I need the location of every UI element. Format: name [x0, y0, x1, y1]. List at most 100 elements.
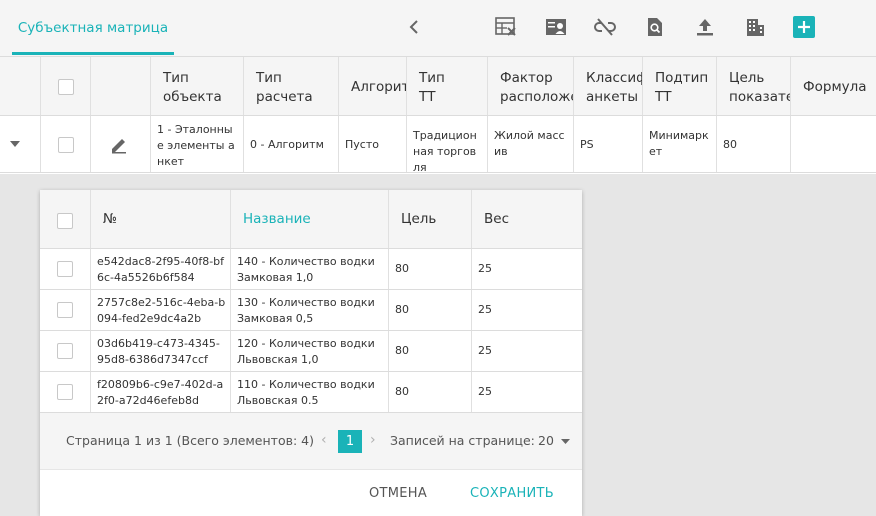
cell-text: 80: [723, 138, 737, 151]
cell-text: 1 - Эталонные элементы анкет: [157, 123, 235, 168]
table-row[interactable]: 03d6b419-c473-4345-95d8-6386d7347ccf 120…: [40, 331, 582, 372]
cell-name: 140 - Количество водки Замковая 1,0: [231, 249, 389, 289]
edit-cell: [91, 116, 151, 172]
header-text: Цель: [401, 211, 437, 227]
header-text: №: [103, 211, 118, 227]
row-checkbox[interactable]: [57, 302, 73, 318]
table-row[interactable]: f20809b6-c9e7-402d-a2f0-a72d46efeb8d 110…: [40, 372, 582, 413]
cell-text: 110 - Количество водки Львовская 0.5: [237, 378, 375, 407]
cell-text: e542dac8-2f95-40f8-bf6c-4a5526b6f584: [97, 255, 225, 284]
file-search-icon[interactable]: [644, 16, 666, 38]
column-header-target[interactable]: Цель: [389, 190, 472, 248]
cell-weight: 25: [472, 331, 582, 371]
cell-text: 140 - Количество водки Замковая 1,0: [237, 255, 375, 284]
row-select-cell: [40, 290, 91, 330]
cell-text: 25: [478, 262, 492, 275]
header-text: Тип объекта: [163, 70, 222, 105]
building-icon[interactable]: [744, 16, 766, 38]
cell-text: 80: [395, 303, 409, 316]
chevron-down-icon: [560, 438, 570, 444]
column-header-object-type[interactable]: Тип объекта: [151, 57, 244, 115]
header-text: Формула: [803, 79, 867, 95]
page-1-button[interactable]: 1: [338, 430, 362, 453]
table-remove-icon[interactable]: [495, 16, 517, 38]
row-checkbox[interactable]: [57, 261, 73, 277]
cell-target: 80: [389, 249, 472, 289]
select-all-header: [41, 57, 91, 115]
cell-target: 80: [389, 331, 472, 371]
table-row[interactable]: e542dac8-2f95-40f8-bf6c-4a5526b6f584 140…: [40, 249, 582, 290]
header-text: Вес: [484, 211, 509, 227]
row-checkbox[interactable]: [57, 384, 73, 400]
detail-panel: № Название Цель Вес e542dac8-2f95-40f8-b…: [40, 190, 582, 516]
column-header-name[interactable]: Название: [231, 190, 389, 248]
table-row[interactable]: 2757c8e2-516c-4eba-b094-fed2e9dc4a2b 130…: [40, 290, 582, 331]
cell-text: Минимаркет: [649, 129, 709, 158]
grid-header: Тип объекта Тип расчета Алгоритм Тип ТТ …: [0, 57, 876, 116]
header-text: Цель показателя: [729, 70, 790, 105]
next-page-button[interactable]: ›: [370, 432, 376, 448]
select-all-checkbox[interactable]: [58, 79, 74, 95]
column-header-target[interactable]: Цель показателя: [717, 57, 791, 115]
cell-text: 03d6b419-c473-4345-95d8-6386d7347ccf: [97, 337, 220, 366]
detail-select-all-checkbox[interactable]: [57, 213, 73, 229]
detail-select-all-header: [40, 190, 91, 248]
cell-text: f20809b6-c9e7-402d-a2f0-a72d46efeb8d: [97, 378, 224, 407]
upload-icon[interactable]: [694, 16, 716, 38]
cell-name: 120 - Количество водки Львовская 1,0: [231, 331, 389, 371]
column-header-weight[interactable]: Вес: [472, 190, 582, 248]
cell-formula: [791, 116, 876, 172]
caret-down-icon[interactable]: [9, 140, 21, 148]
cell-text: 25: [478, 385, 492, 398]
column-header-number[interactable]: №: [91, 190, 231, 248]
save-button[interactable]: СОХРАНИТЬ: [470, 486, 554, 501]
cancel-button[interactable]: ОТМЕНА: [369, 486, 427, 501]
main-grid: Тип объекта Тип расчета Алгоритм Тип ТТ …: [0, 57, 876, 174]
cell-target: 80: [389, 290, 472, 330]
row-checkbox[interactable]: [57, 343, 73, 359]
unlink-icon[interactable]: [594, 16, 616, 38]
cell-text: 120 - Количество водки Львовская 1,0: [237, 337, 375, 366]
cell-id: f20809b6-c9e7-402d-a2f0-a72d46efeb8d: [91, 372, 231, 412]
tab-subject-matrix[interactable]: Субъектная матрица: [12, 0, 174, 56]
column-header-algorithm[interactable]: Алгоритм: [339, 57, 407, 115]
column-header-calc-type[interactable]: Тип расчета: [244, 57, 339, 115]
column-header-location-factor[interactable]: Фактор расположения: [488, 57, 574, 115]
column-header-subtype[interactable]: Подтип ТТ: [643, 57, 717, 115]
row-checkbox[interactable]: [58, 137, 74, 153]
pager-info: Страница 1 из 1 (Всего элементов: 4): [66, 433, 314, 448]
column-header-tt-type[interactable]: Тип ТТ: [407, 57, 488, 115]
grid-row[interactable]: 1 - Эталонные элементы анкет 0 - Алгорит…: [0, 116, 876, 173]
cell-text: 25: [478, 344, 492, 357]
column-header-classifier[interactable]: Классификатор анкеты: [574, 57, 643, 115]
cell-id: 2757c8e2-516c-4eba-b094-fed2e9dc4a2b: [91, 290, 231, 330]
header-text: Тип расчета: [256, 70, 313, 105]
row-select-cell: [40, 331, 91, 371]
header-text: Название: [243, 211, 311, 227]
row-select-cell: [41, 116, 91, 172]
cell-weight: 25: [472, 372, 582, 412]
cell-id: 03d6b419-c473-4345-95d8-6386d7347ccf: [91, 331, 231, 371]
cell-text: 80: [395, 385, 409, 398]
cell-algorithm: Пусто: [339, 116, 407, 172]
page-size-label: Записей на странице:: [390, 433, 535, 448]
prev-page-button[interactable]: ‹: [321, 432, 327, 448]
row-select-cell: [40, 249, 91, 289]
cell-id: e542dac8-2f95-40f8-bf6c-4a5526b6f584: [91, 249, 231, 289]
expand-column-header: [0, 57, 41, 115]
add-icon[interactable]: [793, 16, 815, 38]
chevron-left-icon[interactable]: [403, 16, 425, 38]
cell-text: Пусто: [345, 138, 379, 151]
cell-target: 80: [389, 372, 472, 412]
cell-text: 25: [478, 303, 492, 316]
edit-column-header: [91, 57, 151, 115]
tab-active-indicator: [12, 52, 174, 55]
user-card-icon[interactable]: [545, 16, 567, 38]
pencil-icon[interactable]: [110, 136, 128, 154]
cell-text: 130 - Количество водки Замковая 0,5: [237, 296, 375, 325]
tab-label: Субъектная матрица: [17, 20, 169, 36]
page-size-select[interactable]: 20: [538, 433, 570, 448]
detail-header: № Название Цель Вес: [40, 190, 582, 249]
header-text: Алгоритм: [351, 79, 406, 95]
column-header-formula[interactable]: Формула: [791, 57, 876, 115]
